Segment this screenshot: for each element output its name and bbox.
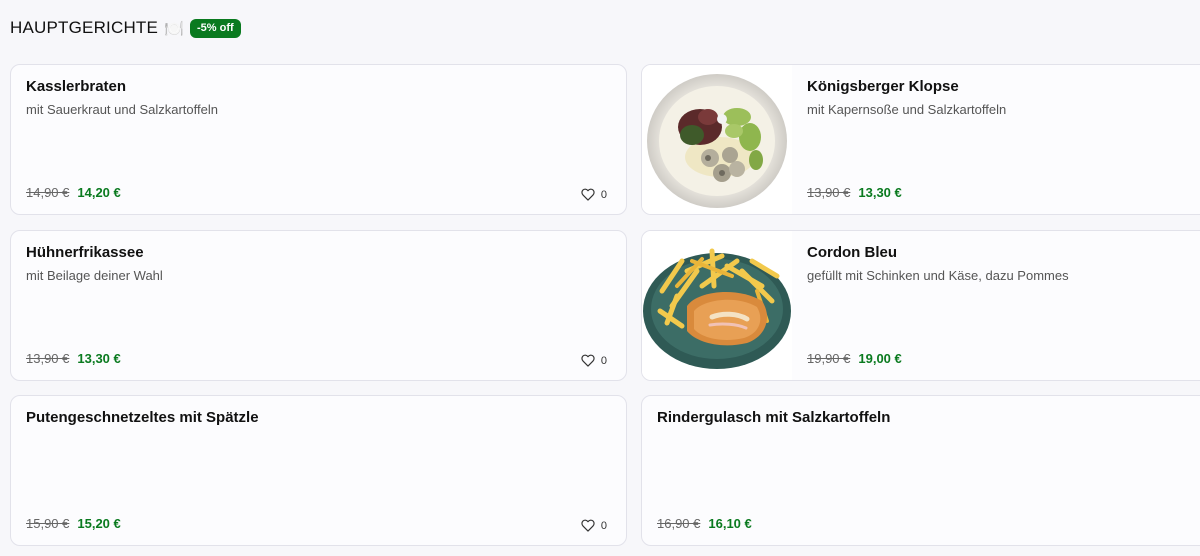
dish-name: Kasslerbraten	[26, 78, 127, 95]
dish-description: mit Beilage deiner Wahl	[26, 268, 163, 283]
dish-card-cordon-bleu[interactable]: Cordon Bleu gefüllt mit Schinken und Käs…	[641, 230, 1200, 381]
dish-card-rindergulasch[interactable]: Rindergulasch mit Salzkartoffeln 16,90 €…	[641, 395, 1200, 546]
heart-icon	[581, 519, 595, 532]
heart-icon	[581, 354, 595, 367]
section-header: HAUPTGERICHTE 🍽️ -5% off	[10, 18, 241, 38]
old-price: 13,90 €	[807, 185, 851, 200]
dish-name: Hühnerfrikassee	[26, 244, 144, 261]
dish-card-koenigsberger-klopse[interactable]: Königsberger Klopse mit Kapernsoße und S…	[641, 64, 1200, 215]
price-row: 19,90 € 19,00 €	[807, 351, 902, 366]
like-button[interactable]: 0	[581, 354, 607, 367]
price-row: 14,90 € 14,20 €	[26, 185, 121, 200]
price-row: 15,90 € 15,20 €	[26, 516, 121, 531]
plate-icon: 🍽️	[164, 18, 184, 38]
dish-image-cordon-bleu	[642, 231, 792, 380]
new-price: 14,20 €	[77, 185, 121, 200]
new-price: 19,00 €	[858, 351, 902, 366]
old-price: 15,90 €	[26, 516, 70, 531]
new-price: 15,20 €	[77, 516, 121, 531]
heart-icon	[581, 188, 595, 201]
like-count: 0	[600, 519, 607, 532]
dish-description: mit Kapernsoße und Salzkartoffeln	[807, 102, 1007, 117]
price-row: 13,90 € 13,30 €	[26, 351, 121, 366]
dish-card-huehnerfrikassee[interactable]: Hühnerfrikassee mit Beilage deiner Wahl …	[10, 230, 627, 381]
new-price: 13,30 €	[77, 351, 121, 366]
dish-name: Cordon Bleu	[807, 244, 897, 261]
old-price: 13,90 €	[26, 351, 70, 366]
dish-description: mit Sauerkraut und Salzkartoffeln	[26, 102, 218, 117]
old-price: 16,90 €	[657, 516, 701, 531]
price-row: 16,90 € 16,10 €	[657, 516, 752, 531]
price-row: 13,90 € 13,30 €	[807, 185, 902, 200]
dish-name: Rindergulasch mit Salzkartoffeln	[657, 409, 891, 426]
like-count: 0	[600, 188, 607, 201]
old-price: 14,90 €	[26, 185, 70, 200]
like-count: 0	[600, 354, 607, 367]
dish-card-putengeschnetzeltes[interactable]: Putengeschnetzeltes mit Spätzle 15,90 € …	[10, 395, 627, 546]
like-button[interactable]: 0	[581, 519, 607, 532]
dish-name: Putengeschnetzeltes mit Spätzle	[26, 409, 259, 426]
new-price: 16,10 €	[708, 516, 752, 531]
discount-badge: -5% off	[189, 18, 241, 38]
dish-image-meatballs	[642, 65, 792, 214]
dish-description: gefüllt mit Schinken und Käse, dazu Pomm…	[807, 268, 1069, 283]
old-price: 19,90 €	[807, 351, 851, 366]
dish-name: Königsberger Klopse	[807, 78, 959, 95]
like-button[interactable]: 0	[581, 188, 607, 201]
dish-card-kasslerbraten[interactable]: Kasslerbraten mit Sauerkraut und Salzkar…	[10, 64, 627, 215]
section-title: HAUPTGERICHTE	[10, 18, 159, 37]
new-price: 13,30 €	[858, 185, 902, 200]
